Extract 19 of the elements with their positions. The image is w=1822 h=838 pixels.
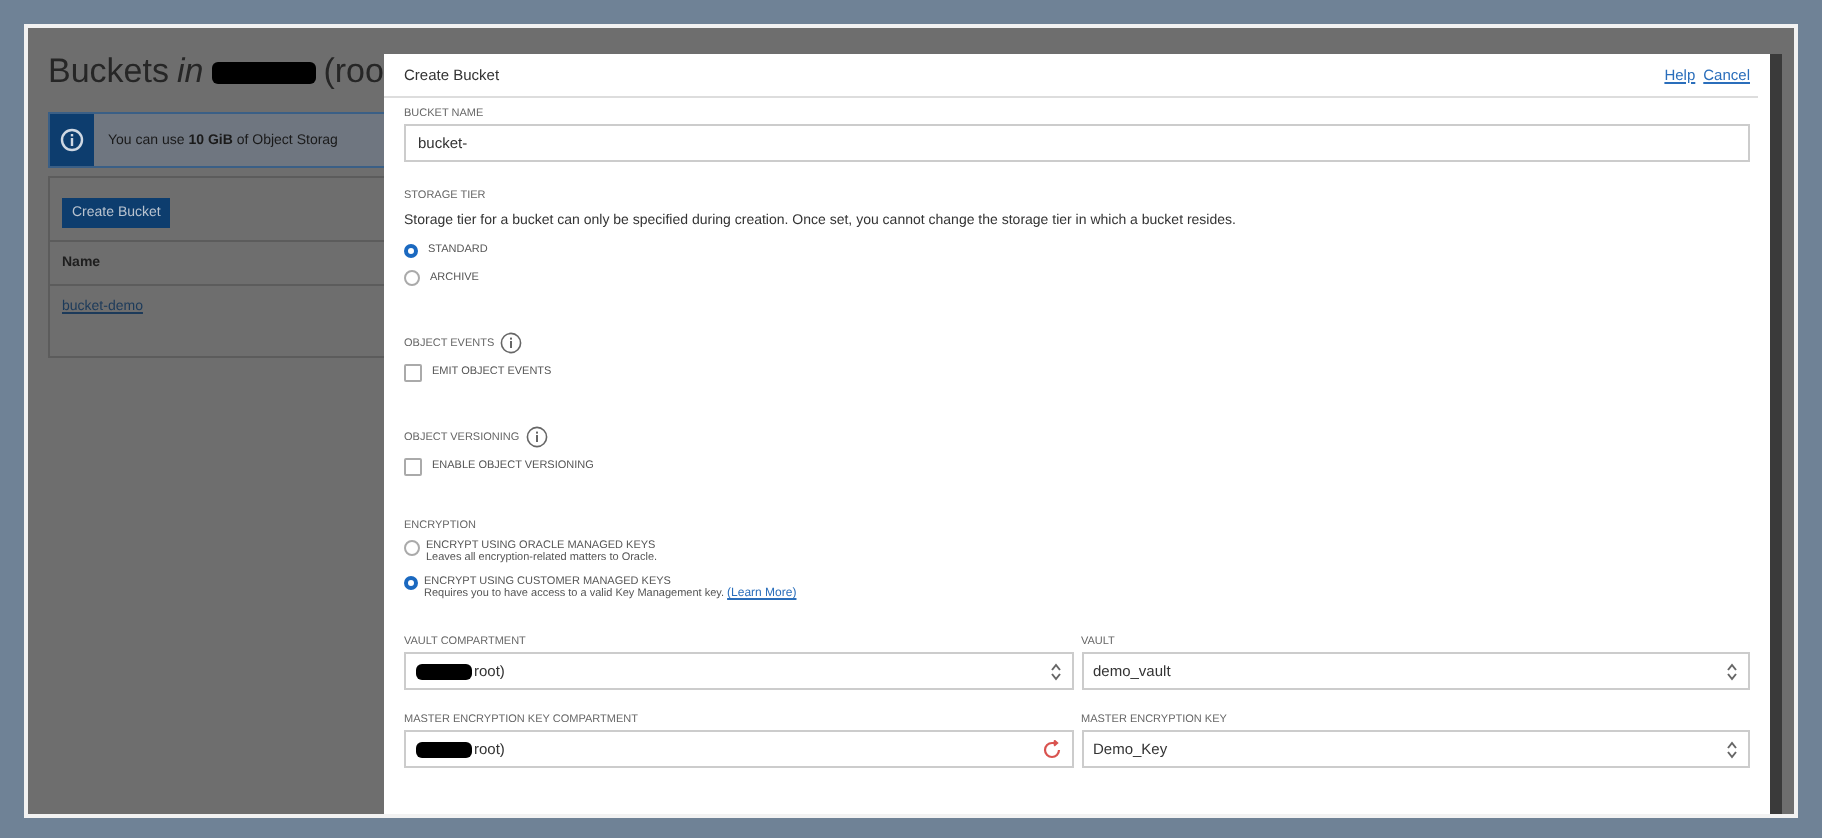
page-title-tail: (roo: [323, 52, 384, 92]
checkbox[interactable]: [404, 457, 422, 475]
radio-button[interactable]: [404, 576, 418, 590]
info-icon: [500, 332, 523, 354]
info-icon: [60, 128, 84, 152]
radio-button[interactable]: [404, 270, 420, 286]
page-title-in: in: [176, 52, 204, 92]
radio-button[interactable]: [404, 540, 420, 556]
redaction-bar: [416, 663, 472, 679]
checkbox[interactable]: [404, 363, 422, 381]
refresh-icon: [1041, 739, 1061, 759]
scrollbar[interactable]: [1770, 54, 1782, 814]
page-title: Buckets: [48, 52, 169, 92]
updown-arrows-icon: [1726, 661, 1738, 681]
info-icon: [525, 426, 548, 448]
radio-button[interactable]: [404, 243, 418, 257]
updown-arrows-icon: [1726, 739, 1738, 759]
redaction-bar: [416, 741, 472, 757]
updown-arrows-icon: [1049, 661, 1061, 681]
